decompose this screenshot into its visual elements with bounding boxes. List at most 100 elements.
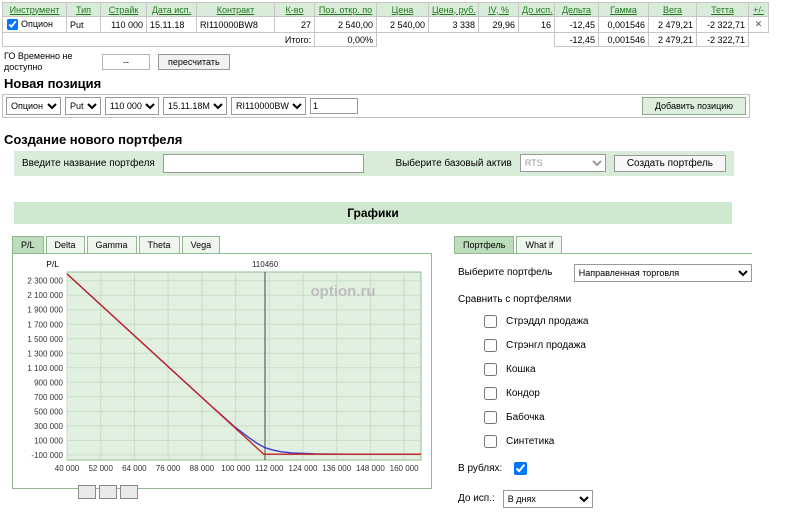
portfolio-name-input[interactable] [162,153,364,173]
compare-checkbox[interactable] [484,386,497,400]
pl-chart-svg: 40 000 52 000 64 000 76 000 88 000 100 000 112… [27,259,422,473]
totals-row: Итого: 0,00% -12,45 0,001546 2 479,21 -2… [2,32,769,47]
instrument-cell: Опцион [2,16,67,33]
svg-text:300 000: 300 000 [34,421,63,430]
column-header[interactable]: Цена [376,2,429,17]
compare-checkbox[interactable] [484,314,497,328]
base-asset-label: Выберите базовый актив [395,157,512,169]
portfolio-tabs: Портфель What if [454,235,752,253]
charts-section-header: Графики [14,201,732,224]
compare-checkbox[interactable] [484,362,497,376]
pos-table-header-row: Инструмент Тип Страйк Дата исп. Контракт К-во… [2,2,769,17]
column-header[interactable]: Инструмент [2,2,67,17]
tab-p-l[interactable]: P/L [12,235,44,253]
tab-gamma[interactable]: Gamma [86,235,137,253]
svg-text:100 000: 100 000 [221,464,250,473]
svg-text:112 000: 112 000 [255,464,284,473]
np-contract-select[interactable]: RI110000BW [231,96,306,115]
tab-портфель[interactable]: Портфель [454,235,515,253]
column-header[interactable]: Дата исп. [146,2,197,17]
gamma-cell: 0,001546 [598,16,649,33]
compare-checkbox[interactable] [484,434,497,448]
portfolio-creation-title: Создание нового портфеля [4,131,183,147]
chart-zoom-button[interactable] [99,485,117,499]
svg-text:P/L: P/L [46,259,59,269]
tab-what-if[interactable]: What if [516,235,563,253]
svg-text:500 000: 500 000 [34,407,63,416]
svg-text:-100 000: -100 000 [31,450,63,459]
tab-theta[interactable]: Theta [138,235,180,253]
svg-text:148 000: 148 000 [356,464,385,473]
column-header[interactable]: Тетта [696,2,749,17]
portfolio-select[interactable]: Направленная торговля [573,263,752,282]
add-position-button[interactable]: Добавить позицию [641,96,746,115]
np-date-select[interactable]: 15.11.18M [163,96,227,115]
open-pos-cell: 2 540,00 [314,16,377,33]
svg-text:900 000: 900 000 [34,378,63,387]
svg-text:52 000: 52 000 [88,464,113,473]
chart-tabs: P/L Delta Gamma Theta Vega [12,235,432,253]
svg-text:124 000: 124 000 [289,464,318,473]
rubles-label: В рублях: [458,462,503,474]
column-header[interactable]: Дельта [554,2,599,17]
svg-text:1 100 000: 1 100 000 [27,363,63,372]
instrument-label: Опцион [21,18,54,29]
svg-text:1 500 000: 1 500 000 [27,334,63,343]
recalculate-button[interactable]: пересчитать [158,53,230,70]
tab-vega[interactable]: Vega [181,235,221,253]
column-header[interactable]: Контракт [196,2,275,17]
column-header[interactable]: До исп. [518,2,555,17]
rubles-checkbox[interactable] [514,461,528,475]
days-cell: 16 [518,16,555,33]
column-header[interactable]: Тип [66,2,101,17]
delta-cell: -12,45 [554,16,599,33]
portfolio-creation-bar: Введите название портфеля Выберите базов… [14,150,734,176]
svg-text:700 000: 700 000 [34,392,63,401]
chart-box: 40 000 52 000 64 000 76 000 88 000 100 000 112… [12,252,432,489]
days-label: До исп.: [458,493,495,505]
positions-table: Инструмент Тип Страйк Дата исп. Контракт К-во… [2,2,769,47]
svg-text:136 000: 136 000 [322,464,351,473]
totals-iv: 0,00% [314,32,377,47]
compare-checkbox[interactable] [484,338,497,352]
totals-vega: 2 479,21 [648,32,697,47]
base-asset-select[interactable]: RTS [519,154,606,173]
np-type-select[interactable]: Put [65,96,101,115]
column-header[interactable]: Вега [648,2,697,17]
column-header[interactable]: Страйк [100,2,147,17]
remove-position-icon[interactable]: ✕ [755,19,763,29]
chart-zoom-button[interactable] [120,485,138,499]
days-select[interactable]: В днях [502,489,593,508]
strike-cell: 110 000 [100,16,147,33]
np-strike-select[interactable]: 110 000 [105,96,159,115]
svg-text:1 900 000: 1 900 000 [27,305,63,314]
create-portfolio-button[interactable]: Создать портфель [613,154,726,172]
column-header[interactable]: Цена, руб. [428,2,479,17]
totals-theta: -2 322,71 [696,32,749,47]
vega-cell: 2 479,21 [648,16,697,33]
position-checkbox[interactable] [6,18,19,31]
column-header[interactable]: Гамма [598,2,649,17]
column-header[interactable]: Поз. откр. по [314,2,377,17]
column-header[interactable]: +/- [748,2,769,17]
compare-checkbox[interactable] [484,410,497,424]
totals-gamma: 0,001546 [598,32,649,47]
column-header[interactable]: IV, % [478,2,519,17]
compare-option-label: Бабочка [506,411,545,423]
tab-delta[interactable]: Delta [45,235,85,253]
portfolio-name-label: Введите название портфеля [22,157,155,169]
price-cell: 2 540,00 [376,16,429,33]
chart-zoom-button[interactable] [78,485,96,499]
svg-text:100 000: 100 000 [34,436,63,445]
panels: P/L Delta Gamma Theta Vega 40 000 52 000 64 00… [12,235,800,520]
totals-label: Итого: [2,32,315,47]
position-row: Опцион Put 110 000 15.11.18 RI110000BW8 … [2,16,769,33]
compare-option-label: Кондор [506,387,540,399]
compare-list: Стрэддл продажа Стрэнгл продажа Кошка Кондо… [458,314,752,448]
price-rub-cell: 3 338 [428,16,479,33]
np-instrument-select[interactable]: Опцион [6,96,61,115]
type-cell: Put [66,16,101,33]
np-qty-input[interactable] [310,97,358,114]
chart-panel: P/L Delta Gamma Theta Vega 40 000 52 000 64 00… [12,235,432,520]
column-header[interactable]: К-во [274,2,315,17]
